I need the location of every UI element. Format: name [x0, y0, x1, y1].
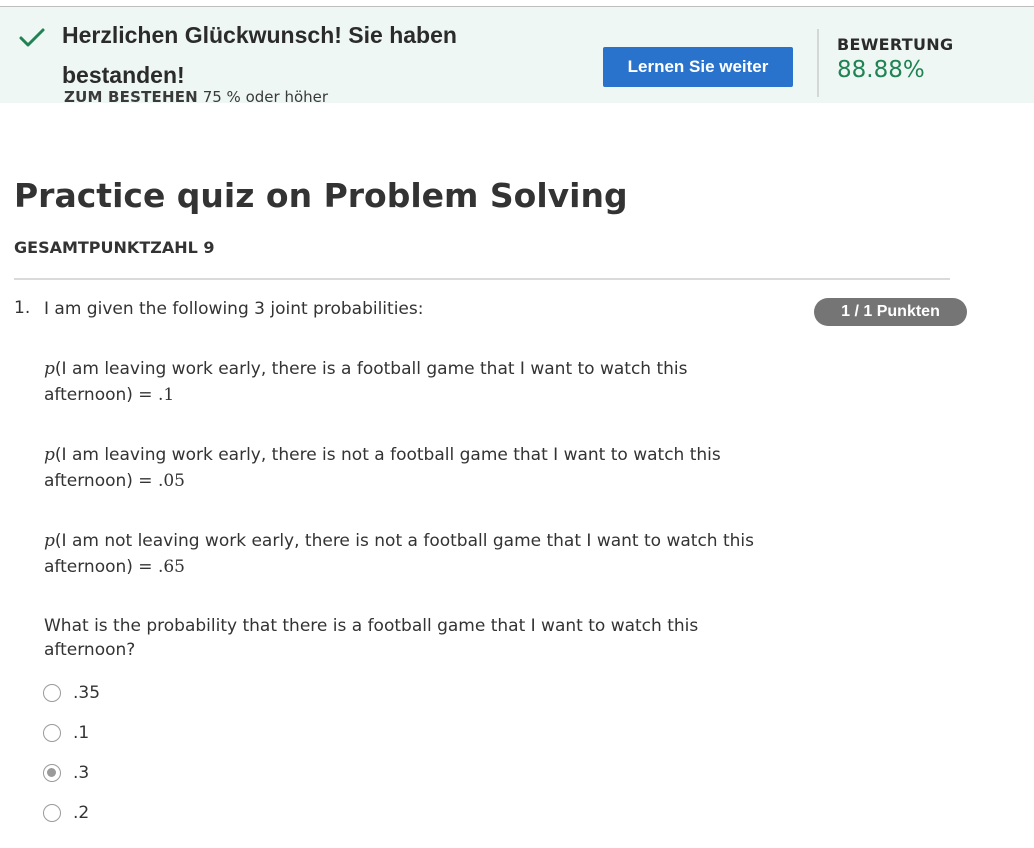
answer-option[interactable]: .2 [43, 802, 89, 824]
radio-button-selected[interactable] [43, 764, 61, 782]
passing-value: 75 % oder höher [202, 88, 329, 106]
pass-message: Herzlichen Glückwunsch! Sie haben bestan… [62, 22, 457, 88]
probability-statement: p(I am leaving work early, there is not … [44, 442, 764, 494]
question-number: 1. [14, 298, 31, 318]
answer-option[interactable]: .3 [43, 762, 89, 784]
option-label: .1 [73, 723, 90, 743]
radio-button[interactable] [43, 684, 61, 702]
option-label: .35 [73, 683, 101, 703]
section-divider [14, 278, 950, 280]
math-p: p [44, 359, 55, 379]
passing-label: ZUM BESTEHEN [64, 88, 198, 106]
answer-option[interactable]: .1 [43, 722, 89, 744]
math-p: p [44, 531, 55, 551]
banner-divider [817, 29, 819, 97]
option-label: .2 [73, 803, 90, 823]
answer-option[interactable]: .35 [43, 682, 100, 704]
passing-requirement: ZUM BESTEHEN 75 % oder höher [64, 86, 328, 108]
points-badge: 1 / 1 Punkten [814, 298, 967, 326]
radio-button[interactable] [43, 724, 61, 742]
probability-value: .05 [157, 471, 185, 491]
probability-value: .65 [157, 557, 185, 577]
probability-text: (I am leaving work early, there is not a… [44, 445, 721, 491]
grade-label: BEWERTUNG [837, 35, 954, 54]
quiz-title: Practice quiz on Problem Solving [14, 176, 628, 215]
question-prompt: What is the probability that there is a … [44, 616, 699, 660]
probability-text: (I am not leaving work early, there is n… [44, 531, 754, 577]
probability-statement: p(I am leaving work early, there is a fo… [44, 356, 764, 408]
probability-statement: p(I am not leaving work early, there is … [44, 528, 764, 580]
continue-learning-button[interactable]: Lernen Sie weiter [603, 47, 793, 87]
grade-value: 88.88% [837, 57, 925, 83]
total-points: GESAMTPUNKTZAHL 9 [14, 238, 215, 257]
radio-button[interactable] [43, 804, 61, 822]
checkmark-icon [19, 28, 45, 47]
question-intro: I am given the following 3 joint probabi… [44, 299, 424, 319]
option-label: .3 [73, 763, 90, 783]
probability-text: (I am leaving work early, there is a foo… [44, 359, 688, 405]
math-p: p [44, 445, 55, 465]
probability-value: .1 [157, 385, 175, 405]
